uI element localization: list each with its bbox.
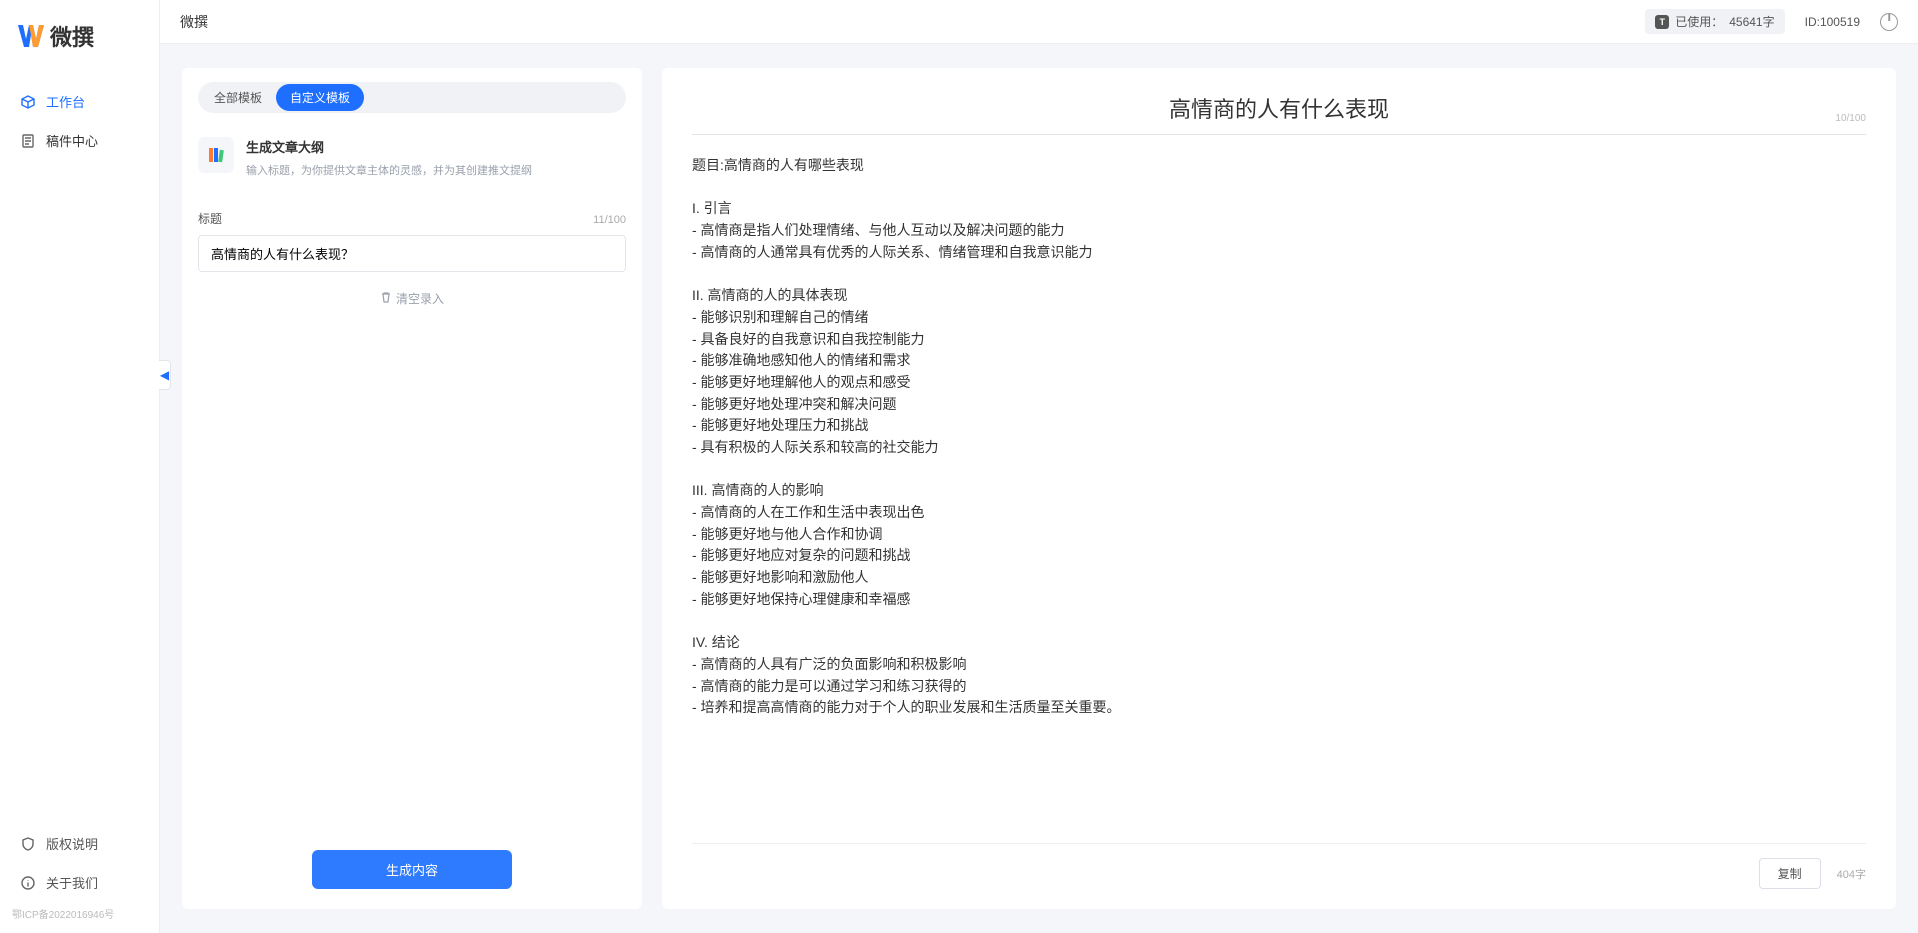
sidebar: 微撰 工作台 稿件中心 版权说明 关于我们 鄂ICP备2022016946号 bbox=[0, 0, 160, 933]
usage-prefix: 已使用： bbox=[1675, 13, 1723, 30]
template-card: 生成文章大纲 输入标题，为你提供文章主体的灵感，并为其创建推文提纲 bbox=[198, 131, 626, 192]
output-word-count: 404字 bbox=[1837, 866, 1866, 882]
sidebar-nav: 工作台 稿件中心 bbox=[0, 82, 159, 824]
sidebar-item-drafts[interactable]: 稿件中心 bbox=[0, 121, 159, 160]
tab-custom-templates[interactable]: 自定义模板 bbox=[276, 84, 364, 111]
topbar: 微撰 T 已使用： 45641字 ID:100519 bbox=[160, 0, 1918, 44]
output-title-counter: 10/100 bbox=[1835, 113, 1866, 124]
sidebar-bottom: 版权说明 关于我们 鄂ICP备2022016946号 bbox=[0, 824, 159, 933]
power-icon[interactable] bbox=[1880, 13, 1898, 31]
template-books-icon bbox=[198, 137, 234, 173]
cube-icon bbox=[20, 94, 36, 110]
logo-mark-icon bbox=[18, 25, 44, 47]
template-title: 生成文章大纲 bbox=[246, 137, 532, 156]
generate-button[interactable]: 生成内容 bbox=[312, 850, 512, 889]
output-panel: 高情商的人有什么表现 10/100 题目:高情商的人有哪些表现 I. 引言 - … bbox=[662, 68, 1896, 909]
icp-text: 鄂ICP备2022016946号 bbox=[0, 902, 159, 925]
sidebar-item-label: 稿件中心 bbox=[46, 131, 98, 150]
trash-icon bbox=[380, 291, 392, 306]
shield-icon bbox=[20, 836, 36, 852]
sidebar-item-label: 工作台 bbox=[46, 92, 85, 111]
clear-input-button[interactable]: 清空录入 bbox=[198, 290, 626, 307]
output-body[interactable]: 题目:高情商的人有哪些表现 I. 引言 - 高情商是指人们处理情绪、与他人互动以… bbox=[692, 155, 1866, 833]
title-input[interactable] bbox=[198, 235, 626, 272]
main: 微撰 T 已使用： 45641字 ID:100519 ◀ 全部模板 自定义模板 bbox=[160, 0, 1918, 933]
info-icon bbox=[20, 875, 36, 891]
page-title: 微撰 bbox=[180, 12, 208, 32]
usage-chip: T 已使用： 45641字 bbox=[1645, 9, 1784, 34]
brand-logo: 微撰 bbox=[0, 0, 159, 82]
brand-name: 微撰 bbox=[50, 20, 94, 52]
collapse-sidebar-handle[interactable]: ◀ bbox=[159, 360, 171, 390]
tab-all-templates[interactable]: 全部模板 bbox=[200, 84, 276, 111]
text-badge-icon: T bbox=[1655, 15, 1669, 29]
sidebar-item-copyright[interactable]: 版权说明 bbox=[0, 824, 159, 863]
template-desc: 输入标题，为你提供文章主体的灵感，并为其创建推文提纲 bbox=[246, 162, 532, 178]
clear-input-label: 清空录入 bbox=[396, 290, 444, 307]
sidebar-item-label: 关于我们 bbox=[46, 873, 98, 892]
doc-icon bbox=[20, 133, 36, 149]
title-field-counter: 11/100 bbox=[593, 214, 626, 226]
usage-value: 45641字 bbox=[1729, 13, 1774, 30]
sidebar-item-about[interactable]: 关于我们 bbox=[0, 863, 159, 902]
sidebar-item-label: 版权说明 bbox=[46, 834, 98, 853]
sidebar-item-workspace[interactable]: 工作台 bbox=[0, 82, 159, 121]
user-id: ID:100519 bbox=[1805, 15, 1860, 29]
template-tabs: 全部模板 自定义模板 bbox=[198, 82, 626, 113]
input-panel: 全部模板 自定义模板 生成文章大纲 输入标题，为你提供文章主体的灵感，并为其创建… bbox=[182, 68, 642, 909]
title-field-label: 标题 bbox=[198, 210, 222, 227]
output-title[interactable]: 高情商的人有什么表现 bbox=[692, 92, 1866, 124]
copy-button[interactable]: 复制 bbox=[1759, 858, 1821, 889]
